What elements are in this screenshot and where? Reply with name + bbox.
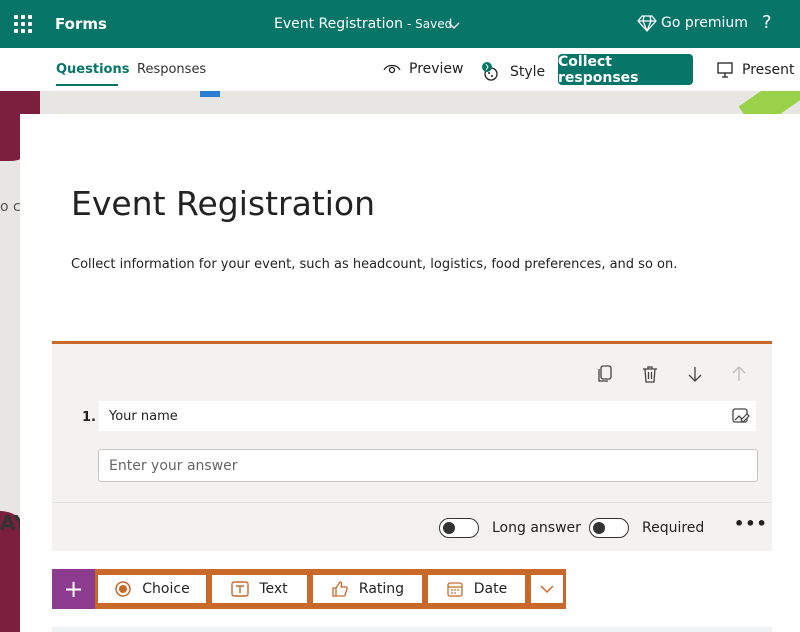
add-rating-button[interactable]: Rating bbox=[310, 572, 425, 606]
form-title[interactable]: Event Registration bbox=[71, 184, 375, 223]
document-title[interactable]: Event Registration bbox=[274, 16, 403, 32]
chevron-down-icon bbox=[540, 585, 554, 594]
go-premium-button[interactable]: Go premium bbox=[637, 14, 748, 32]
collect-responses-button[interactable]: Collect responses bbox=[558, 54, 693, 86]
present-label: Present bbox=[742, 62, 795, 78]
app-name[interactable]: Forms bbox=[55, 15, 107, 33]
more-question-types-button[interactable] bbox=[528, 572, 566, 606]
add-text-button[interactable]: Text bbox=[209, 572, 310, 606]
question-number: 1. bbox=[82, 410, 96, 425]
question-title: Your name bbox=[109, 409, 178, 424]
preview-label: Preview bbox=[409, 61, 464, 77]
tab-questions[interactable]: Questions bbox=[56, 62, 129, 77]
tab-responses[interactable]: Responses bbox=[137, 62, 206, 77]
add-date-button[interactable]: Date bbox=[425, 572, 528, 606]
save-status: - Saved bbox=[407, 17, 453, 31]
required-label: Required bbox=[642, 520, 705, 536]
required-toggle[interactable] bbox=[589, 518, 629, 538]
thumbs-up-icon bbox=[332, 581, 348, 597]
go-premium-label: Go premium bbox=[661, 15, 748, 31]
active-tab-indicator bbox=[56, 84, 118, 86]
divider bbox=[52, 502, 772, 503]
background-text: o c bbox=[0, 199, 21, 215]
long-answer-label: Long answer bbox=[492, 520, 581, 536]
style-button[interactable]: Style bbox=[480, 61, 545, 83]
add-date-label: Date bbox=[473, 581, 508, 597]
answer-input[interactable] bbox=[98, 449, 758, 482]
radio-icon bbox=[115, 581, 132, 597]
chevron-down-icon[interactable] bbox=[447, 18, 461, 32]
style-label: Style bbox=[510, 64, 546, 80]
form-description[interactable]: Collect information for your event, such… bbox=[71, 257, 677, 272]
arrow-up-icon[interactable] bbox=[729, 364, 749, 384]
text-icon bbox=[231, 581, 250, 597]
eye-icon bbox=[383, 64, 401, 74]
arrow-down-icon[interactable] bbox=[685, 364, 705, 384]
preview-button[interactable]: Preview bbox=[383, 61, 464, 77]
app-launcher-icon[interactable] bbox=[14, 15, 32, 33]
calendar-icon bbox=[447, 582, 463, 597]
add-text-label: Text bbox=[259, 581, 288, 597]
next-section-strip bbox=[52, 627, 772, 632]
top-bar: Forms Event Registration - Saved Go prem… bbox=[0, 0, 800, 48]
add-rating-label: Rating bbox=[358, 581, 405, 597]
background-shape bbox=[200, 91, 220, 97]
palette-icon bbox=[482, 62, 498, 81]
present-button[interactable]: Present bbox=[716, 61, 795, 79]
command-bar: Questions Responses Preview Style Collec… bbox=[0, 48, 800, 91]
question-title-field[interactable]: Your name bbox=[99, 401, 756, 431]
trash-icon[interactable] bbox=[640, 364, 660, 384]
copy-icon[interactable] bbox=[595, 364, 615, 384]
long-answer-toggle[interactable] bbox=[439, 518, 479, 538]
add-new-question-button[interactable]: + bbox=[52, 569, 95, 609]
question-card: 1. Your name Long answer Required ••• bbox=[52, 341, 772, 551]
more-options-icon[interactable]: ••• bbox=[734, 514, 768, 533]
diamond-icon bbox=[637, 15, 657, 32]
add-choice-button[interactable]: Choice bbox=[95, 572, 209, 606]
insert-image-icon[interactable] bbox=[731, 406, 751, 426]
help-icon[interactable]: ? bbox=[762, 12, 772, 33]
monitor-icon bbox=[717, 62, 733, 78]
add-choice-label: Choice bbox=[142, 581, 190, 597]
